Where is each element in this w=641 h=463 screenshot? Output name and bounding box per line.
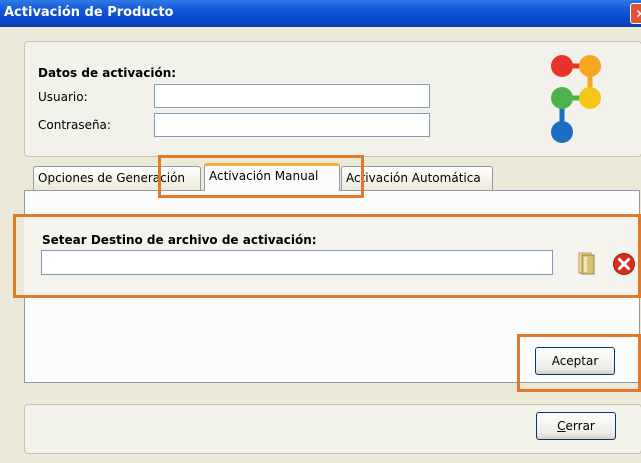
close-button[interactable]: Cerrar — [536, 412, 616, 440]
folder-browse-icon[interactable] — [576, 250, 598, 276]
destination-label: Setear Destino de archivo de activación: — [42, 233, 317, 247]
logo-dot — [579, 55, 601, 77]
accept-button[interactable]: Aceptar — [535, 347, 615, 375]
title-bar: Activación de Producto ✕ — [0, 0, 641, 27]
logo-dot — [551, 121, 573, 143]
close-window-icon[interactable]: ✕ — [630, 3, 641, 24]
tab-generation-options[interactable]: Opciones de Generación — [33, 166, 201, 190]
logo-dot — [579, 87, 601, 109]
logo-dot — [551, 87, 573, 109]
password-input[interactable] — [154, 113, 430, 137]
activation-data-heading: Datos de activación: — [38, 66, 177, 80]
tab-manual-activation[interactable]: Activación Manual — [204, 163, 340, 191]
window-title: Activación de Producto — [4, 5, 174, 20]
password-label: Contraseña: — [38, 118, 111, 132]
close-button-mnemonic: C — [557, 419, 566, 433]
clear-red-x-icon[interactable] — [612, 252, 636, 276]
tab-automatic-activation[interactable]: Activación Automática — [341, 166, 493, 190]
product-logo — [551, 55, 601, 143]
user-label: Usuario: — [38, 90, 88, 104]
logo-dot — [551, 55, 573, 77]
close-button-label-rest: errar — [565, 419, 595, 433]
destination-input[interactable] — [41, 250, 553, 275]
user-input[interactable] — [154, 84, 430, 108]
